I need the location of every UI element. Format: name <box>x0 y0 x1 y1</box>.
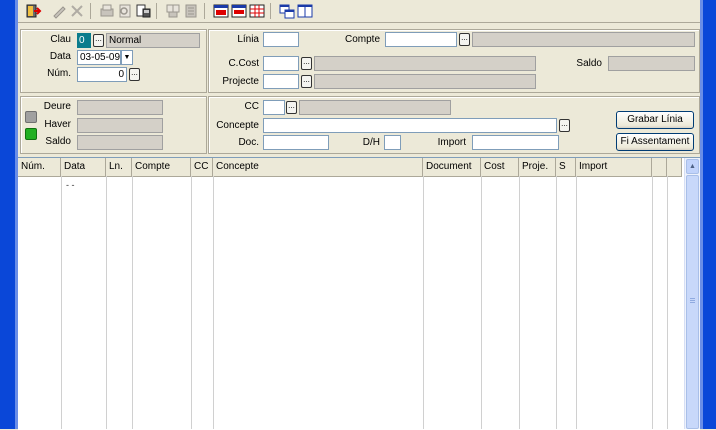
grid-column-divider <box>213 176 214 429</box>
clau-label: Clau <box>50 34 71 45</box>
ccost-field[interactable] <box>263 56 299 71</box>
grid-column-divider <box>423 176 424 429</box>
data-label: Data <box>49 51 71 62</box>
column-header-import[interactable]: Import <box>576 158 652 176</box>
concepte-label: Concepte <box>216 120 259 131</box>
window-border-right-inner <box>700 0 703 429</box>
toolbar-separator <box>270 3 271 19</box>
deure-label: Deure <box>43 101 71 112</box>
projecte-lookup-button[interactable]: ... <box>301 75 312 88</box>
grid-column-divider <box>191 176 192 429</box>
grid-vertical-scrollbar[interactable]: ▲ <box>684 158 700 429</box>
num-lookup-button[interactable]: ... <box>129 68 140 81</box>
grid-header: Núm. Data Ln. Compte CC Concepte Documen… <box>18 158 682 177</box>
column-header-compte[interactable]: Compte <box>132 158 191 176</box>
entries-grid[interactable] <box>18 157 700 430</box>
grid-column-divider <box>576 176 577 429</box>
doc-label: Doc. <box>238 137 259 148</box>
date-dropdown-icon[interactable]: ▼ <box>121 50 133 65</box>
grid-column-divider <box>556 176 557 429</box>
cc-label: CC <box>244 101 259 112</box>
grabar-linia-button[interactable]: Grabar Línia <box>616 111 694 129</box>
grid-column-divider <box>106 176 107 429</box>
exit-icon[interactable] <box>24 2 42 20</box>
column-header-document[interactable]: Document <box>423 158 481 176</box>
scroll-up-icon[interactable]: ▲ <box>686 159 699 174</box>
column-header-concepte[interactable]: Concepte <box>213 158 423 176</box>
concepte-field[interactable] <box>263 118 557 133</box>
num-field[interactable]: 0 <box>77 67 127 82</box>
doc-field[interactable] <box>263 135 329 150</box>
column-header-cc[interactable]: CC <box>191 158 213 176</box>
deure-status-icon <box>25 111 37 123</box>
num-label: Núm. <box>47 68 71 79</box>
column-header-extra-1[interactable] <box>652 158 667 176</box>
cc-description <box>299 100 451 115</box>
dh-label: D/H <box>362 137 380 148</box>
compte-field[interactable] <box>385 32 457 47</box>
print-icon[interactable] <box>98 2 116 20</box>
cc-field[interactable] <box>263 100 285 115</box>
column-header-num[interactable]: Núm. <box>18 158 61 176</box>
column-header-cost[interactable]: Cost <box>481 158 519 176</box>
compte-lookup-button[interactable]: ... <box>459 33 470 46</box>
grid-column-divider <box>481 176 482 429</box>
ccost-lookup-button[interactable]: ... <box>301 57 312 70</box>
edit-icon[interactable] <box>50 2 68 20</box>
clau-lookup-button[interactable]: ... <box>93 34 104 47</box>
delete-icon[interactable] <box>68 2 86 20</box>
ccost-label: C.Cost <box>228 58 259 69</box>
projecte-description <box>314 74 536 89</box>
saldo-field <box>608 56 695 71</box>
import-icon[interactable] <box>212 2 230 20</box>
concepte-lookup-button[interactable]: ... <box>559 119 570 132</box>
grid-column-divider <box>132 176 133 429</box>
import-field[interactable] <box>472 135 559 150</box>
haver-field <box>77 118 163 133</box>
grid-icon[interactable] <box>248 2 266 20</box>
paste-icon[interactable] <box>182 2 200 20</box>
grid-column-divider <box>519 176 520 429</box>
fi-assentament-button[interactable]: Fi Assentament <box>616 133 694 151</box>
saldo-total-label: Saldo <box>45 136 71 147</box>
windows-icon[interactable] <box>296 2 314 20</box>
window-icon[interactable] <box>278 2 296 20</box>
copy-icon[interactable] <box>164 2 182 20</box>
column-header-s[interactable]: S <box>556 158 576 176</box>
preview-icon[interactable] <box>116 2 134 20</box>
dh-field[interactable] <box>384 135 401 150</box>
saldo-total-field <box>77 135 163 150</box>
column-header-data[interactable]: Data <box>61 158 106 176</box>
linia-label: Línia <box>237 34 259 45</box>
saldo-label: Saldo <box>576 58 602 69</box>
compte-description <box>472 32 695 47</box>
cc-lookup-button[interactable]: ... <box>286 101 297 114</box>
haver-status-icon <box>25 128 37 140</box>
projecte-field[interactable] <box>263 74 299 89</box>
projecte-label: Projecte <box>222 76 259 87</box>
column-header-extra-2[interactable] <box>667 158 682 176</box>
toolbar-separator <box>156 3 157 19</box>
grid-row-date-placeholder: - - <box>66 180 75 190</box>
toolbar-separator <box>90 3 91 19</box>
grid-column-divider <box>652 176 653 429</box>
toolbar <box>18 0 700 23</box>
date-field[interactable]: 03-05-09 <box>77 50 121 65</box>
report-icon[interactable] <box>134 2 152 20</box>
grid-column-divider <box>667 176 668 429</box>
ccost-description <box>314 56 536 71</box>
column-header-ln[interactable]: Ln. <box>106 158 132 176</box>
deure-field <box>77 100 163 115</box>
toolbar-separator <box>204 3 205 19</box>
scroll-thumb[interactable] <box>686 175 699 429</box>
clau-description: Normal <box>106 33 200 48</box>
export-icon[interactable] <box>230 2 248 20</box>
grid-column-divider <box>61 176 62 429</box>
column-header-proje[interactable]: Proje. <box>519 158 556 176</box>
linia-field[interactable] <box>263 32 299 47</box>
clau-code-field[interactable]: 0 <box>77 33 91 48</box>
compte-label: Compte <box>344 34 380 45</box>
haver-label: Haver <box>44 119 71 130</box>
import-label: Import <box>437 137 466 148</box>
